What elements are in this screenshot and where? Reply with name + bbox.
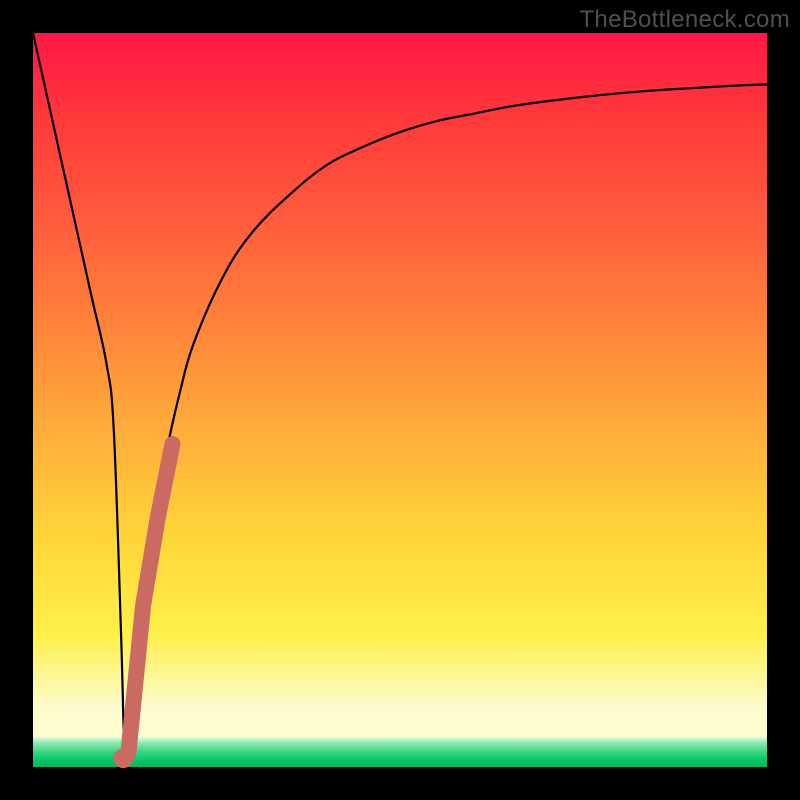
watermark-text: TheBottleneck.com	[579, 6, 790, 34]
marker-dot-circle	[113, 748, 133, 768]
chart-frame: TheBottleneck.com	[0, 0, 800, 800]
chart-svg	[33, 33, 767, 767]
chart-plot-area	[33, 33, 767, 767]
marker-segment-path	[128, 444, 172, 752]
marker-dot	[113, 748, 133, 768]
marker-segment	[128, 444, 172, 752]
